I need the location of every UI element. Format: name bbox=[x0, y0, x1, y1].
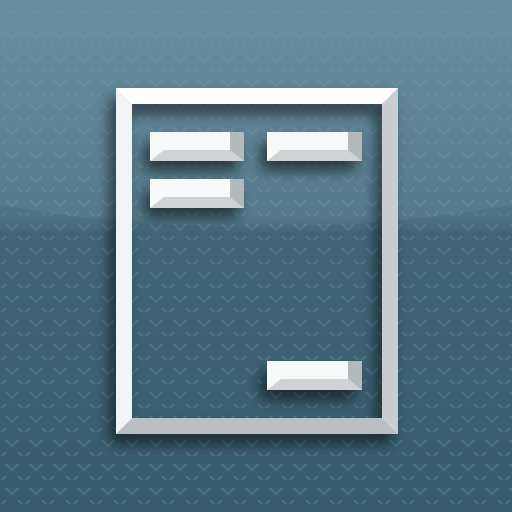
block-top-right bbox=[267, 132, 362, 161]
block-bottom-right bbox=[267, 361, 362, 390]
block-top-left bbox=[150, 132, 244, 161]
app-icon[interactable] bbox=[0, 0, 512, 512]
block-mid-left bbox=[150, 179, 244, 208]
document-layout-icon bbox=[116, 88, 398, 434]
